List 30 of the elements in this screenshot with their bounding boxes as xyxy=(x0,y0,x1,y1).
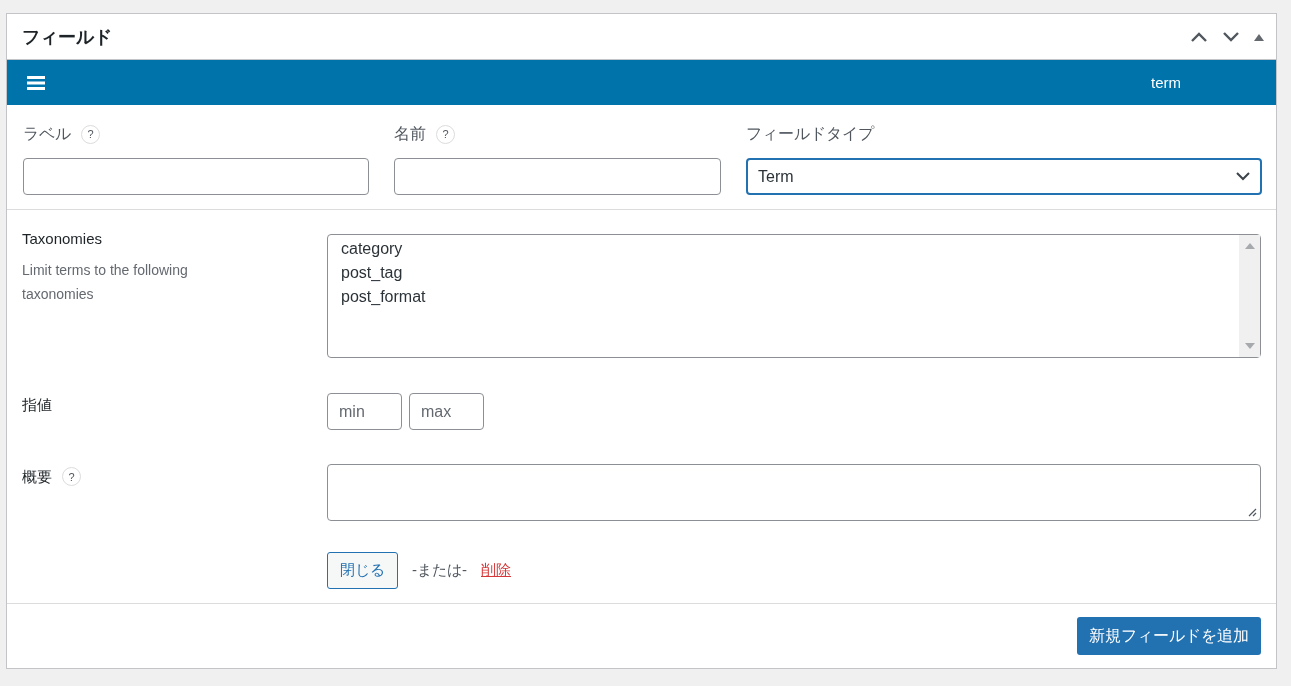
field-type-select[interactable]: Term xyxy=(746,158,1262,195)
taxonomy-option[interactable]: post_format xyxy=(341,285,1226,309)
delete-link[interactable]: 削除 xyxy=(481,561,511,580)
chevron-up-icon[interactable] xyxy=(1190,30,1208,43)
resize-grip-icon[interactable] xyxy=(1248,508,1257,517)
add-field-button[interactable]: 新規フィールドを追加 xyxy=(1077,617,1261,655)
taxonomy-option[interactable]: category xyxy=(341,237,1226,261)
field-label: ラベル xyxy=(23,123,71,144)
setting-description: Limit terms to the following taxonomies xyxy=(22,261,189,304)
chevron-down-icon[interactable] xyxy=(1222,30,1240,43)
description-textarea[interactable] xyxy=(327,464,1261,521)
collapse-triangle-icon[interactable] xyxy=(1254,32,1264,41)
setting-label: 概要 xyxy=(22,467,52,486)
taxonomy-list-box[interactable]: category post_tag post_format xyxy=(327,234,1261,358)
field-label: 名前 xyxy=(394,123,426,144)
setting-label: Taxonomies xyxy=(22,230,103,248)
or-separator: -または- xyxy=(412,561,467,580)
setting-label: 指値 xyxy=(22,396,52,414)
min-input-field[interactable]: min xyxy=(327,393,402,430)
close-button[interactable]: 閉じる xyxy=(327,552,398,589)
field-label: フィールドタイプ xyxy=(746,123,874,144)
menu-icon[interactable] xyxy=(27,75,45,90)
field-header-bar[interactable]: term xyxy=(7,60,1276,105)
max-input-field[interactable]: max xyxy=(409,393,484,430)
taxonomy-option[interactable]: post_tag xyxy=(341,261,1226,285)
text-input-field[interactable] xyxy=(23,158,369,195)
field-name-label: term xyxy=(1151,74,1181,91)
panel-title: フィールド xyxy=(22,25,112,49)
chevron-down-icon xyxy=(1236,172,1250,181)
text-input-field[interactable] xyxy=(394,158,721,195)
